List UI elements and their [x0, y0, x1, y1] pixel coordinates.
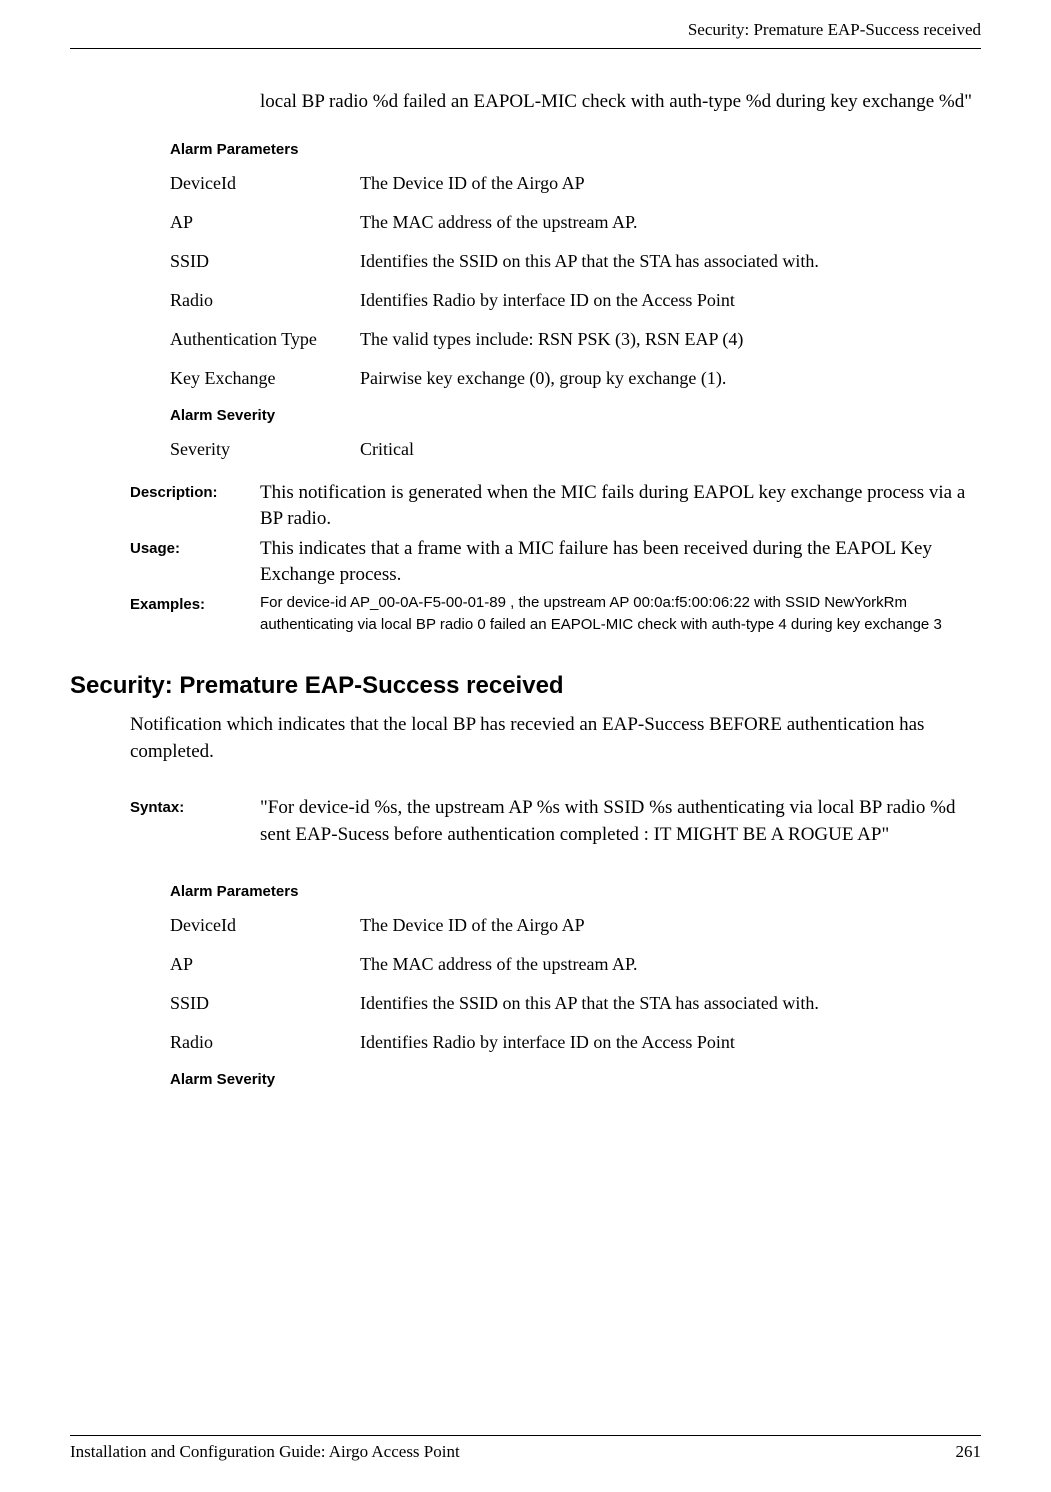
- alarm-parameters-2: Alarm Parameters DeviceId The Device ID …: [170, 883, 981, 1088]
- param-desc: The MAC address of the upstream AP.: [360, 212, 981, 233]
- param-row: Authentication Type The valid types incl…: [170, 329, 981, 350]
- param-row: DeviceId The Device ID of the Airgo AP: [170, 915, 981, 936]
- severity-name: Severity: [170, 439, 360, 460]
- def-row-usage: Usage: This indicates that a frame with …: [130, 536, 981, 589]
- param-name: DeviceId: [170, 915, 360, 936]
- footer-page-number: 261: [956, 1442, 982, 1462]
- param-name: Authentication Type: [170, 329, 360, 350]
- def-term: Usage:: [130, 536, 260, 589]
- param-desc: The Device ID of the Airgo AP: [360, 173, 981, 194]
- def-term: Examples:: [130, 592, 260, 637]
- top-content: local BP radio %d failed an EAPOL-MIC ch…: [260, 89, 981, 116]
- def-row-examples: Examples: For device-id AP_00-0A-F5-00-0…: [130, 592, 981, 637]
- param-name: Key Exchange: [170, 368, 360, 389]
- def-desc: This notification is generated when the …: [260, 480, 981, 533]
- param-name: SSID: [170, 251, 360, 272]
- def-term: Description:: [130, 480, 260, 533]
- def-row-description: Description: This notification is genera…: [130, 480, 981, 533]
- footer-rule: [70, 1435, 981, 1436]
- definition-list-2: Syntax: "For device-id %s, the upstream …: [130, 795, 981, 848]
- param-row: Radio Identifies Radio by interface ID o…: [170, 1032, 981, 1053]
- severity-value: Critical: [360, 439, 981, 460]
- param-name: DeviceId: [170, 173, 360, 194]
- footer-left: Installation and Configuration Guide: Ai…: [70, 1442, 460, 1462]
- alarm-params-heading: Alarm Parameters: [170, 141, 981, 158]
- param-desc: Identifies Radio by interface ID on the …: [360, 1032, 981, 1053]
- param-row: Radio Identifies Radio by interface ID o…: [170, 290, 981, 311]
- alarm-severity-heading: Alarm Severity: [170, 1071, 981, 1088]
- param-row: SSID Identifies the SSID on this AP that…: [170, 993, 981, 1014]
- def-term: Syntax:: [130, 795, 260, 848]
- alarm-parameters-1: Alarm Parameters DeviceId The Device ID …: [170, 141, 981, 460]
- param-desc: The Device ID of the Airgo AP: [360, 915, 981, 936]
- param-desc: Identifies the SSID on this AP that the …: [360, 251, 981, 272]
- section-intro: Notification which indicates that the lo…: [130, 712, 981, 765]
- section-heading: Security: Premature EAP-Success received: [70, 672, 981, 700]
- page-footer: Installation and Configuration Guide: Ai…: [70, 1435, 981, 1462]
- param-name: Radio: [170, 1032, 360, 1053]
- definition-list-1: Description: This notification is genera…: [130, 480, 981, 637]
- footer-row: Installation and Configuration Guide: Ai…: [70, 1442, 981, 1462]
- param-row: DeviceId The Device ID of the Airgo AP: [170, 173, 981, 194]
- param-row: SSID Identifies the SSID on this AP that…: [170, 251, 981, 272]
- def-desc: For device-id AP_00-0A-F5-00-01-89 , the…: [260, 592, 981, 637]
- param-name: SSID: [170, 993, 360, 1014]
- param-name: AP: [170, 954, 360, 975]
- header-rule: [70, 48, 981, 49]
- param-desc: Pairwise key exchange (0), group ky exch…: [360, 368, 981, 389]
- param-desc: Identifies Radio by interface ID on the …: [360, 290, 981, 311]
- header-title: Security: Premature EAP-Success received: [688, 20, 981, 39]
- param-row: AP The MAC address of the upstream AP.: [170, 954, 981, 975]
- alarm-params-heading: Alarm Parameters: [170, 883, 981, 900]
- def-desc: "For device-id %s, the upstream AP %s wi…: [260, 795, 981, 848]
- severity-row: Severity Critical: [170, 439, 981, 460]
- param-desc: Identifies the SSID on this AP that the …: [360, 993, 981, 1014]
- def-desc: This indicates that a frame with a MIC f…: [260, 536, 981, 589]
- page-header: Security: Premature EAP-Success received: [70, 0, 981, 48]
- param-name: Radio: [170, 290, 360, 311]
- param-desc: The valid types include: RSN PSK (3), RS…: [360, 329, 981, 350]
- alarm-severity-heading: Alarm Severity: [170, 407, 981, 424]
- def-row-syntax: Syntax: "For device-id %s, the upstream …: [130, 795, 981, 848]
- param-name: AP: [170, 212, 360, 233]
- param-row: Key Exchange Pairwise key exchange (0), …: [170, 368, 981, 389]
- param-desc: The MAC address of the upstream AP.: [360, 954, 981, 975]
- param-row: AP The MAC address of the upstream AP.: [170, 212, 981, 233]
